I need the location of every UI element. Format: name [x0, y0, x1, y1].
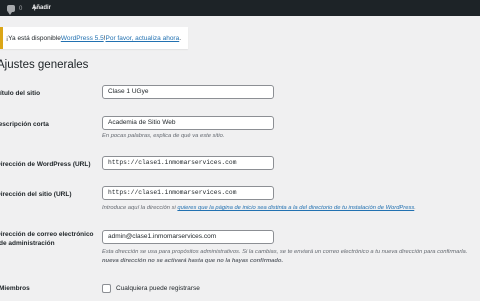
site-title-input[interactable]: Clase 1 UGye [102, 85, 274, 99]
admin-email-description-bold: nueva dirección no se activará hasta que… [102, 258, 284, 264]
add-new-label: Añadir [32, 4, 52, 11]
admin-email-input[interactable]: admin@clase1.inmomarservices.com [102, 230, 274, 244]
site-url-description-after: . [414, 205, 416, 211]
site-url-description: Introduce aquí la dirección si quieres q… [102, 204, 416, 213]
wordpress-url-input[interactable]: https://clase1.inmomarservices.com [102, 156, 274, 170]
comments-menu[interactable]: 0 [7, 3, 23, 15]
admin-bar: 0 + Añadir [0, 0, 480, 16]
notice-text-after: . [179, 34, 182, 42]
page-title: Ajustes generales [0, 59, 89, 71]
membership-checkbox[interactable] [102, 284, 111, 293]
site-url-input[interactable]: https://clase1.inmomarservices.com [102, 186, 274, 200]
admin-email-label-line2: de administración [0, 240, 55, 247]
site-url-description-before: Introduce aquí la dirección si [102, 205, 178, 211]
add-new-menu[interactable]: + Añadir [32, 2, 51, 14]
admin-email-description-line1: Esta dirección se usa para propósitos ad… [102, 249, 468, 255]
site-url-help-link[interactable]: quieres que la página de inicio sea dist… [177, 205, 414, 211]
site-url-label: Dirección del sitio (URL) [0, 191, 72, 198]
tagline-input[interactable]: Academia de Sitio Web [102, 116, 274, 130]
comments-count: 0 [19, 5, 23, 12]
membership-label: Miembros [0, 285, 30, 292]
tagline-description: En pocas palabras, explica de qué va est… [102, 133, 225, 139]
wordpress-url-label: Dirección de WordPress (URL) [0, 161, 91, 168]
membership-checkbox-label[interactable]: Cualquiera puede registrarse [116, 285, 200, 292]
wordpress-version-link[interactable]: WordPress 5.5 [61, 35, 104, 42]
admin-email-label-line1: Dirección de correo electrónico [0, 231, 94, 238]
comment-bubble-icon [7, 5, 15, 15]
update-notice: ¡Ya está disponible WordPress 5.5 ! Por … [0, 27, 188, 49]
admin-email-description-line2: nueva dirección no se activará hasta que… [102, 257, 283, 266]
update-now-link[interactable]: Por favor, actualiza ahora [106, 35, 180, 42]
tagline-label: Descripción corta [0, 121, 49, 128]
notice-text-before: ¡Ya está disponible [6, 34, 61, 42]
site-title-label: Título del sitio [0, 90, 41, 97]
